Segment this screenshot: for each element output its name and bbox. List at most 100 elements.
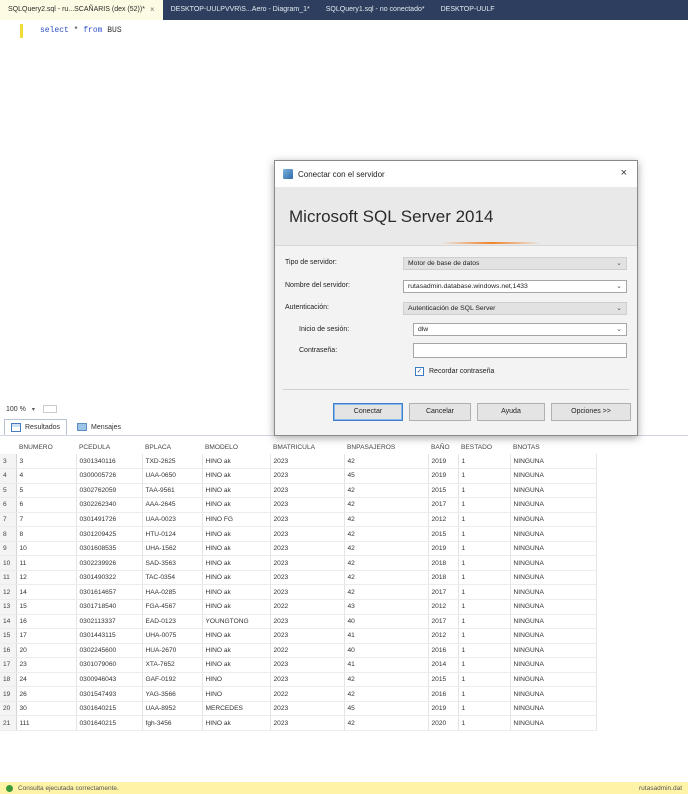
grid-cell[interactable]: 1	[458, 555, 511, 571]
grid-cell[interactable]: 5	[16, 483, 77, 499]
row-number[interactable]: 14	[0, 614, 17, 630]
grid-cell[interactable]: 1	[458, 657, 511, 673]
grid-cell[interactable]: TXD-2625	[142, 454, 203, 470]
grid-cell[interactable]: 0301079060	[76, 657, 143, 673]
grid-cell[interactable]: 2023	[270, 672, 345, 688]
grid-cell[interactable]: NINGUNA	[510, 454, 597, 470]
grid-cell[interactable]: 0302113337	[76, 614, 143, 630]
grid-cell[interactable]: 0301608535	[76, 541, 143, 557]
grid-cell[interactable]: 2023	[270, 715, 345, 731]
grid-cell[interactable]: 40	[344, 614, 429, 630]
table-row[interactable]: 7 7 0301491726 UAA-0023 HINO FG 2023 42 2012 1 NI…	[0, 512, 597, 528]
grid-cell[interactable]: 42	[344, 541, 429, 557]
table-row[interactable]: 11 12 0301490322 TAC-0354 HINO ak 2023 42 2018 1…	[0, 570, 597, 586]
grid-cell[interactable]: 0301490322	[76, 570, 143, 586]
connect-button[interactable]: Conectar	[333, 403, 403, 421]
grid-cell[interactable]: 1	[458, 468, 511, 484]
table-row[interactable]: 17 23 0301079060 XTA-7652 HINO ak 2023 41 2014 1…	[0, 657, 597, 673]
column-header[interactable]: BNOTAS	[510, 440, 596, 454]
table-row[interactable]: 20 30 0301640215 UAA-8952 MERCEDES 2023 45 2019…	[0, 701, 597, 717]
grid-cell[interactable]: 6	[16, 497, 77, 513]
grid-cell[interactable]: 7	[16, 512, 77, 528]
grid-cell[interactable]: 8	[16, 526, 77, 542]
grid-cell[interactable]: 1	[458, 454, 511, 470]
row-number[interactable]: 3	[0, 454, 17, 470]
grid-cell[interactable]: 2023	[270, 628, 345, 644]
row-number[interactable]: 8	[0, 526, 17, 542]
table-row[interactable]: 8 8 0301209425 HTU-0124 HINO ak 2023 42 2015 1 NI…	[0, 526, 597, 542]
close-icon[interactable]: ×	[150, 0, 155, 20]
grid-cell[interactable]: 26	[16, 686, 77, 702]
tab-sqlquery2[interactable]: SQLQuery2.sql - ru...SCAÑARIS (dex (52))…	[0, 0, 163, 20]
grid-cell[interactable]: 1	[458, 497, 511, 513]
grid-cell[interactable]: 0300946043	[76, 672, 143, 688]
server-type-select[interactable]: Motor de base de datos ⌄	[403, 257, 627, 270]
grid-cell[interactable]: NINGUNA	[510, 570, 597, 586]
grid-cell[interactable]: NINGUNA	[510, 512, 597, 528]
grid-cell[interactable]: NINGUNA	[510, 526, 597, 542]
grid-cell[interactable]: TAC-0354	[142, 570, 203, 586]
tab-results[interactable]: Resultados	[4, 419, 68, 435]
grid-cell[interactable]: NINGUNA	[510, 584, 597, 600]
grid-cell[interactable]: 2017	[428, 584, 459, 600]
grid-cell[interactable]: EAD-0123	[142, 614, 203, 630]
grid-cell[interactable]: 1	[458, 701, 511, 717]
grid-cell[interactable]: 11	[16, 555, 77, 571]
grid-cell[interactable]: NINGUNA	[510, 599, 597, 615]
grid-cell[interactable]: 2016	[428, 686, 459, 702]
grid-cell[interactable]: 2023	[270, 541, 345, 557]
grid-cell[interactable]: FGA-4567	[142, 599, 203, 615]
grid-cell[interactable]: UHA-1562	[142, 541, 203, 557]
horizontal-scrollbar[interactable]	[42, 405, 57, 413]
grid-cell[interactable]: 2023	[270, 701, 345, 717]
grid-cell[interactable]: HINO	[202, 686, 271, 702]
grid-cell[interactable]: 0301718540	[76, 599, 143, 615]
column-header[interactable]: BNUMERO	[16, 440, 76, 454]
grid-cell[interactable]: 1	[458, 628, 511, 644]
server-name-combo[interactable]: rutasadmin.database.windows.net,1433 ⌄	[403, 280, 627, 293]
grid-cell[interactable]: HINO ak	[202, 526, 271, 542]
login-combo[interactable]: dlw ⌄	[413, 323, 627, 336]
zoom-level[interactable]: 100 %	[6, 406, 26, 413]
grid-cell[interactable]: NINGUNA	[510, 541, 597, 557]
grid-cell[interactable]: 42	[344, 526, 429, 542]
grid-cell[interactable]: NINGUNA	[510, 483, 597, 499]
grid-cell[interactable]: 0301340116	[76, 454, 143, 470]
grid-cell[interactable]: 2023	[270, 512, 345, 528]
row-number[interactable]: 4	[0, 468, 17, 484]
row-number[interactable]: 17	[0, 657, 17, 673]
row-number[interactable]: 10	[0, 555, 17, 571]
column-header[interactable]: BESTADO	[458, 440, 510, 454]
grid-cell[interactable]: 10	[16, 541, 77, 557]
grid-cell[interactable]: 1	[458, 541, 511, 557]
column-header[interactable]: PCEDULA	[76, 440, 142, 454]
table-row[interactable]: 18 24 0300946043 GAF-0192 HINO 2023 42 2015 1 NIN…	[0, 672, 597, 688]
grid-cell[interactable]: 20	[16, 643, 77, 659]
grid-cell[interactable]: 14	[16, 584, 77, 600]
grid-cell[interactable]: 2020	[428, 715, 459, 731]
row-number[interactable]: 18	[0, 672, 17, 688]
grid-cell[interactable]: 2023	[270, 483, 345, 499]
grid-cell[interactable]: 0301547493	[76, 686, 143, 702]
grid-cell[interactable]: 42	[344, 555, 429, 571]
row-number[interactable]: 5	[0, 483, 17, 499]
grid-cell[interactable]: 40	[344, 643, 429, 659]
grid-cell[interactable]: 42	[344, 454, 429, 470]
column-header[interactable]: BPLACA	[142, 440, 202, 454]
row-number[interactable]: 15	[0, 628, 17, 644]
row-number[interactable]: 21	[0, 715, 17, 731]
grid-cell[interactable]: 2023	[270, 555, 345, 571]
grid-cell[interactable]: HINO ak	[202, 657, 271, 673]
auth-select[interactable]: Autenticación de SQL Server ⌄	[403, 302, 627, 315]
grid-cell[interactable]: TAA-9561	[142, 483, 203, 499]
table-row[interactable]: 6 6 0302262340 AAA-2645 HINO ak 2023 42 2017 1 NI…	[0, 497, 597, 513]
tab-sqlquery1[interactable]: SQLQuery1.sql - no conectado*	[318, 0, 433, 20]
grid-cell[interactable]: 2018	[428, 555, 459, 571]
grid-cell[interactable]: 2019	[428, 541, 459, 557]
grid-cell[interactable]: 0302762059	[76, 483, 143, 499]
grid-cell[interactable]: 2019	[428, 468, 459, 484]
grid-cell[interactable]: HINO ak	[202, 599, 271, 615]
grid-cell[interactable]: UAA-0023	[142, 512, 203, 528]
grid-cell[interactable]: 41	[344, 657, 429, 673]
grid-cell[interactable]: 1	[458, 526, 511, 542]
